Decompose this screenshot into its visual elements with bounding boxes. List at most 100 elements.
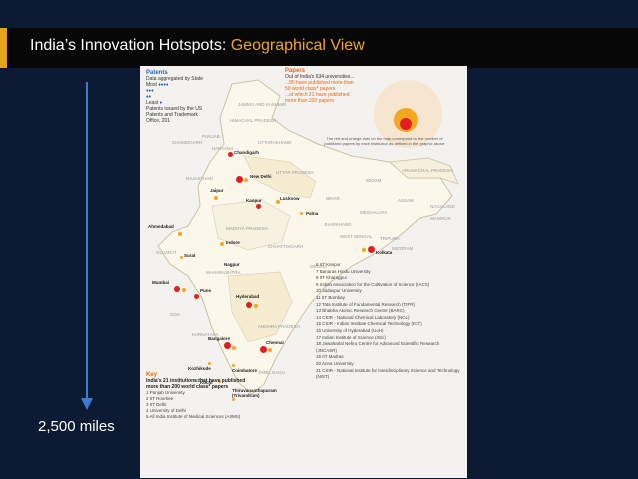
paper-dot-orange bbox=[178, 232, 182, 236]
key-heading: India's 21 institutions that have publis… bbox=[146, 378, 246, 390]
key-item: 16 University of Hyderabad (UoH) bbox=[316, 327, 384, 333]
key-item: 10 Jadavpur University bbox=[316, 288, 362, 294]
paper-dot-orange bbox=[362, 248, 366, 252]
paper-dot-red bbox=[194, 294, 199, 299]
city-label: Mumbai bbox=[152, 280, 170, 285]
region-label: GUJARAT bbox=[156, 250, 177, 255]
city-label: Jaipur bbox=[210, 188, 224, 193]
papers-legend-line3: ...of which 21 have published more than … bbox=[285, 92, 350, 104]
region-label: NAGALAND bbox=[430, 204, 455, 209]
institutions-key-continued: 6 IIT Kanpur 7 Banaras Hindu University … bbox=[316, 262, 461, 381]
scale-label: 2,500 miles bbox=[38, 418, 115, 435]
papers-legend: Papers Out of India's 634 universities..… bbox=[285, 68, 405, 104]
city-label: Nagpur bbox=[224, 262, 240, 267]
scale-arrow-line bbox=[86, 82, 88, 402]
key-item: 18 Jawaharlal Nehru Centre for Advanced … bbox=[316, 341, 440, 353]
region-label: CHANDIGARH bbox=[172, 140, 203, 145]
city-label: Kozhikode bbox=[188, 366, 211, 371]
city-label: Kanpur bbox=[246, 198, 262, 203]
city-label: Ahmedabad bbox=[148, 224, 174, 229]
region-label: ASSAM bbox=[398, 198, 414, 203]
region-label: ANDHRA PRADESH bbox=[258, 324, 300, 329]
region-label: UTTARAKHAND bbox=[258, 140, 292, 145]
paper-dot-orange bbox=[220, 242, 224, 246]
city-label: Chandigarh bbox=[234, 150, 260, 155]
map-legend-note: The red and orange dots on the map corre… bbox=[324, 136, 445, 146]
paper-dot-red bbox=[256, 204, 261, 209]
key-item: 7 Banaras Hindu University bbox=[316, 268, 371, 274]
papers-legend-line2: ...85 have published more than 50 world … bbox=[285, 80, 354, 92]
city-label: Lucknow bbox=[280, 196, 300, 201]
slide-title-main: India’s Innovation Hotspots: bbox=[30, 37, 231, 54]
paper-dot-orange bbox=[180, 256, 183, 259]
paper-dot-orange bbox=[232, 364, 235, 367]
paper-dot-red bbox=[236, 176, 243, 183]
paper-dot-red bbox=[224, 342, 231, 349]
city-label: Chennai bbox=[266, 340, 284, 345]
region-label: HARYANA bbox=[212, 146, 234, 151]
key-item: 11 IIT Bombay bbox=[316, 294, 345, 300]
key-item: 17 Indian Institute of Science (IISc) bbox=[316, 334, 386, 340]
region-label: MIZORAM bbox=[392, 246, 414, 251]
slide-title: India’s Innovation Hotspots: Geographica… bbox=[30, 37, 365, 55]
city-label: Patna bbox=[306, 211, 319, 216]
region-label: JHARKHAND bbox=[324, 222, 352, 227]
region-label: MADHYA PRADESH bbox=[226, 226, 268, 231]
region-label: GOA bbox=[170, 312, 181, 317]
key-item: 5 All India Institute of Medical Science… bbox=[146, 414, 241, 419]
paper-dot-orange bbox=[268, 348, 272, 352]
paper-dot-orange bbox=[182, 288, 186, 292]
key-item: 14 CSIR - National Chemical Laboratory (… bbox=[316, 314, 410, 320]
institutions-key: Key India's 21 institutions that have pu… bbox=[146, 372, 301, 420]
patents-legend-source: Patents issued by the US Patents and Tra… bbox=[146, 106, 203, 124]
paper-dot-orange bbox=[300, 212, 303, 215]
region-label: WEST BENGAL bbox=[340, 234, 373, 239]
key-item: 13 Bhabha Atomic Research Centre (BARC) bbox=[316, 308, 405, 314]
region-label: RAJASTHAN bbox=[186, 176, 213, 181]
region-label: UTTAR PRADESH bbox=[276, 170, 314, 175]
key-item: 6 IIT Kanpur bbox=[316, 262, 341, 267]
paper-dot-orange bbox=[214, 196, 218, 200]
paper-dot-red bbox=[228, 152, 233, 157]
key-item: 21 CSIR - National Institute for Interdi… bbox=[316, 367, 460, 380]
paper-dot-orange bbox=[232, 346, 236, 350]
paper-dot-red bbox=[368, 246, 375, 253]
region-label: JAMMU AND KASHMIR bbox=[238, 102, 287, 107]
paper-dot-red bbox=[174, 286, 180, 292]
paper-dot-orange bbox=[244, 178, 248, 182]
key-item: 20 Anna University bbox=[316, 360, 354, 366]
paper-dot-orange bbox=[254, 304, 258, 308]
region-label: HIMACHAL PRADESH bbox=[230, 118, 277, 123]
region-label: PUNJAB bbox=[202, 134, 220, 139]
key-item: 19 IIT Madras bbox=[316, 354, 344, 360]
city-label: Bangalore bbox=[208, 336, 231, 341]
region-label: MANIPUR bbox=[430, 216, 451, 221]
city-label: Kolkata bbox=[376, 250, 393, 255]
region-label: MEGHALAYA bbox=[360, 210, 388, 215]
region-label: CHHATTISGARH bbox=[268, 244, 304, 249]
region-label: MAHARASHTRA bbox=[206, 270, 241, 275]
city-label: Hyderabad bbox=[236, 294, 260, 299]
paper-dot-orange bbox=[208, 362, 211, 365]
patents-legend: Patents Data aggregated by State Most ♦♦… bbox=[146, 70, 206, 124]
region-label: BIHAR bbox=[326, 196, 340, 201]
city-label: New Delhi bbox=[250, 174, 272, 179]
patent-pin-icon: ♦♦♦♦ bbox=[158, 82, 169, 88]
key-item: 9 Indian Association for the Cultivation… bbox=[316, 281, 430, 287]
key-item: 8 IIT Kharagpur bbox=[316, 275, 348, 281]
slide-title-highlight: Geographical View bbox=[230, 37, 365, 54]
india-innovation-map: Patents Data aggregated by State Most ♦♦… bbox=[140, 66, 467, 478]
title-accent-bar bbox=[0, 28, 7, 68]
scale-arrow-down-icon bbox=[81, 398, 93, 410]
region-label: ARUNACHAL PRADESH bbox=[402, 168, 453, 173]
city-label: Pune bbox=[200, 288, 212, 293]
city-label: Indore bbox=[226, 240, 240, 245]
paper-dot-red bbox=[260, 346, 267, 353]
region-label: TRIPURA bbox=[380, 236, 400, 241]
title-bar: India’s Innovation Hotspots: Geographica… bbox=[0, 28, 638, 68]
paper-dot-red bbox=[246, 302, 252, 308]
key-item: 12 Tata Institute of Fundamental Researc… bbox=[316, 301, 415, 307]
papers-small-circle bbox=[400, 118, 412, 130]
city-label: Surat bbox=[184, 253, 196, 258]
region-label: SIKKIM bbox=[366, 178, 382, 183]
